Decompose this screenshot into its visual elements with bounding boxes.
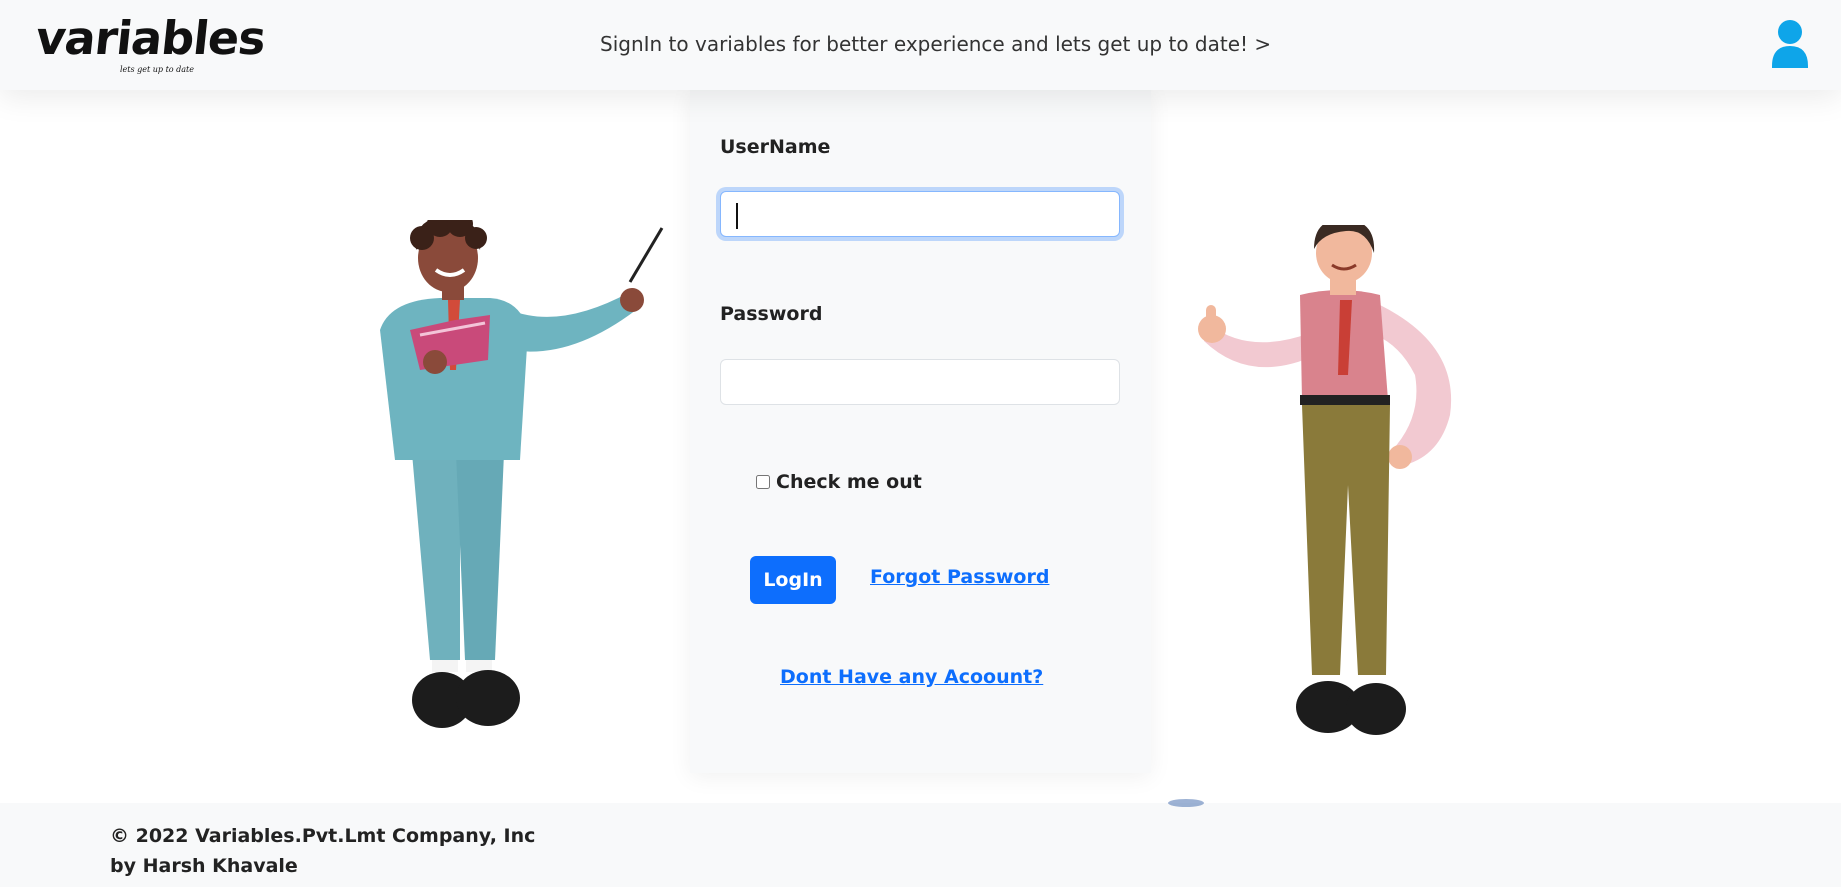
password-label: Password (720, 303, 823, 325)
footer: © 2022 Variables.Pvt.Lmt Company, Inc by… (0, 799, 1841, 887)
remember-check-group: Check me out (756, 471, 922, 493)
author-text: by Harsh Khavale (110, 855, 298, 877)
login-button[interactable]: LogIn (750, 556, 836, 604)
thumbs-up-illustration (1190, 218, 1480, 750)
copyright-text: © 2022 Variables.Pvt.Lmt Company, Inc (110, 825, 536, 847)
user-icon[interactable] (1768, 18, 1812, 70)
signin-message[interactable]: SignIn to variables for better experienc… (600, 32, 1271, 56)
username-input[interactable] (720, 191, 1120, 237)
forgot-password-link[interactable]: Forgot Password (870, 566, 1049, 588)
brand-logo[interactable]: variables lets get up to date (33, 11, 268, 78)
checkbox-label[interactable]: Check me out (776, 471, 922, 493)
signup-link[interactable]: Dont Have any Acoount? (780, 666, 1043, 688)
logo-wordmark: variables (33, 11, 268, 65)
password-input[interactable] (720, 359, 1120, 405)
login-card: UserName Password Check me out LogIn For… (690, 88, 1151, 773)
username-label: UserName (720, 136, 831, 158)
page: variables lets get up to date SignIn to … (0, 0, 1841, 887)
logo-tagline: lets get up to date (120, 65, 194, 74)
scroll-indicator (1168, 799, 1204, 807)
navbar: variables lets get up to date SignIn to … (0, 0, 1841, 90)
text-caret (736, 203, 738, 229)
teacher-illustration (360, 211, 680, 740)
remember-checkbox[interactable] (756, 475, 770, 489)
